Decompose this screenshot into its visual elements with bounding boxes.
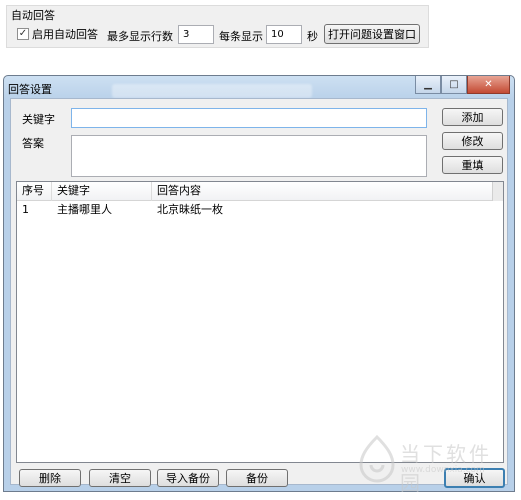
keyword-label: 关键字 xyxy=(22,113,55,126)
row-keyword-cell: 主播哪里人 xyxy=(57,203,112,216)
row-answer-cell: 北京昧纸一枚 xyxy=(157,203,223,216)
checkmark-icon: ✓ xyxy=(17,28,29,40)
per-item-seconds-label: 每条显示 xyxy=(219,30,263,43)
answer-textarea[interactable] xyxy=(71,135,427,177)
window-title: 回答设置 xyxy=(8,83,52,96)
list-header: 序号 关键字 回答内容 xyxy=(17,182,492,201)
column-header-keyword[interactable]: 关键字 xyxy=(52,182,152,201)
backup-button[interactable]: 备份 xyxy=(226,469,288,487)
add-button[interactable]: 添加 xyxy=(442,108,503,126)
enable-auto-answer-checkbox[interactable]: ✓ 启用自动回答 xyxy=(17,26,98,42)
answer-list[interactable]: 序号 关键字 回答内容 1 主播哪里人 北京昧纸一枚 xyxy=(16,181,504,463)
keyword-input[interactable] xyxy=(71,108,427,128)
answer-settings-window: 回答设置 ▁ □ ✕ 关键字 答案 添加 修改 重填 序号 关键字 回答内容 1… xyxy=(3,75,515,492)
max-lines-label: 最多显示行数 xyxy=(107,30,173,43)
watermark-logo-icon xyxy=(359,434,395,483)
close-button[interactable]: ✕ xyxy=(467,76,510,94)
row-index-cell: 1 xyxy=(22,203,29,216)
per-item-seconds-input[interactable] xyxy=(266,25,302,44)
max-lines-input[interactable] xyxy=(178,25,214,44)
auto-answer-group: 自动回答 ✓ 启用自动回答 最多显示行数 每条显示 秒 打开问题设置窗口 xyxy=(6,5,429,48)
minimize-button[interactable]: ▁ xyxy=(415,76,441,94)
watermark-url: www.downxia.com xyxy=(401,465,485,475)
dialog-client-area: 关键字 答案 添加 修改 重填 序号 关键字 回答内容 1 主播哪里人 北京昧纸… xyxy=(10,98,508,488)
column-header-answer[interactable]: 回答内容 xyxy=(152,182,494,201)
modify-button[interactable]: 修改 xyxy=(442,132,503,150)
list-scrollbar[interactable] xyxy=(492,182,503,201)
window-caption-buttons: ▁ □ ✕ xyxy=(415,76,510,94)
maximize-icon: □ xyxy=(449,79,459,90)
maximize-button[interactable]: □ xyxy=(441,76,467,94)
reset-button[interactable]: 重填 xyxy=(442,156,503,174)
enable-auto-answer-label: 启用自动回答 xyxy=(32,28,98,41)
watermark: 当下软件园 www.downxia.com xyxy=(357,434,507,495)
delete-button[interactable]: 删除 xyxy=(19,469,81,487)
table-row[interactable]: 1 主播哪里人 北京昧纸一枚 xyxy=(17,202,503,219)
auto-answer-group-title: 自动回答 xyxy=(11,9,55,22)
import-backup-button[interactable]: 导入备份 xyxy=(157,469,219,487)
column-header-index[interactable]: 序号 xyxy=(17,182,52,201)
answer-label: 答案 xyxy=(22,137,44,150)
clear-button[interactable]: 清空 xyxy=(89,469,151,487)
minimize-icon: ▁ xyxy=(424,79,432,90)
blurred-background-text xyxy=(112,84,312,98)
open-question-settings-button[interactable]: 打开问题设置窗口 xyxy=(324,24,420,44)
close-icon: ✕ xyxy=(484,79,493,90)
seconds-unit-label: 秒 xyxy=(307,30,318,43)
